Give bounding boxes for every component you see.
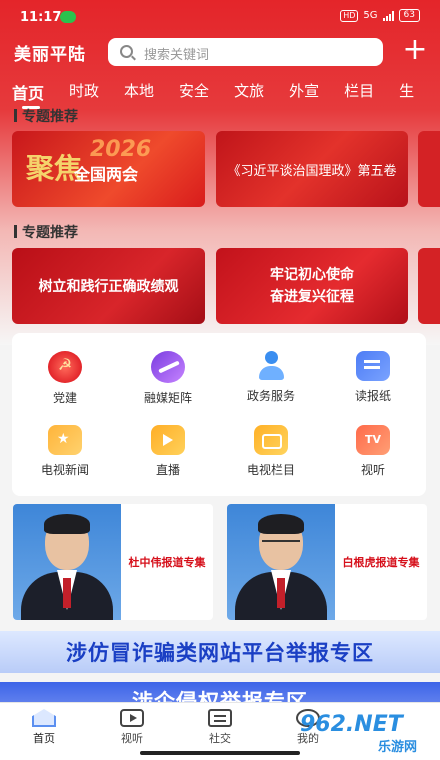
chat-icon <box>208 709 232 727</box>
add-button[interactable]: + <box>402 35 428 66</box>
portrait-hair <box>258 514 304 534</box>
report-collection-card[interactable]: 杜中伟报道专集 <box>13 504 213 620</box>
search-icon <box>120 45 133 58</box>
banner-peek[interactable] <box>418 248 440 324</box>
service-audiovisual[interactable]: 视听 <box>328 425 418 478</box>
app-logo: 美丽平陆 <box>14 45 86 65</box>
service-media-matrix[interactable]: 融媒矩阵 <box>123 351 213 406</box>
party-icon <box>48 351 82 383</box>
service-tv-news[interactable]: 电视新闻 <box>20 425 110 478</box>
portrait-glasses <box>262 540 300 548</box>
service-label: 读报纸 <box>354 389 391 403</box>
government-service-icon <box>254 351 288 381</box>
tv-news-icon <box>48 425 82 455</box>
banner-title: 《习近平谈治国理政》第五卷 <box>227 163 397 179</box>
service-grid: 党建 融媒矩阵 政务服务 读报纸 电视新闻 直播 电视栏目 视听 <box>12 333 426 496</box>
tab-local[interactable]: 本地 <box>124 80 154 112</box>
section-title: 专题推荐 <box>14 106 78 126</box>
section-title: 专题推荐 <box>14 222 78 242</box>
audiovisual-icon <box>356 425 390 455</box>
banner-line1: 牢记初心使命 <box>270 267 354 283</box>
service-tv-column[interactable]: 电视栏目 <box>226 425 316 478</box>
newspaper-icon <box>356 351 390 381</box>
portrait-tie <box>277 578 285 608</box>
service-label: 电视新闻 <box>40 463 89 477</box>
media-matrix-icon <box>151 351 185 383</box>
site-watermark: 962.NET 乐游网 <box>300 712 436 756</box>
nav-home[interactable]: 首页 <box>14 709 74 746</box>
search-placeholder: 搜索关键词 <box>144 48 210 63</box>
status-indicators: HD 5G 63 <box>340 9 420 22</box>
hd-badge: HD <box>340 9 359 22</box>
report-caption: 白根虎报道专集 <box>342 556 420 569</box>
banner-title: 全国两会 <box>74 165 139 184</box>
tab-label: 首页 <box>12 84 45 103</box>
service-party[interactable]: 党建 <box>20 351 110 406</box>
video-icon <box>120 709 144 727</box>
nav-label: 社交 <box>209 732 231 745</box>
service-newspaper[interactable]: 读报纸 <box>328 351 418 404</box>
signal-icon <box>382 10 394 21</box>
tab-safety[interactable]: 安全 <box>179 80 209 112</box>
service-label: 融媒矩阵 <box>143 391 192 405</box>
service-label: 政务服务 <box>246 389 295 403</box>
service-live[interactable]: 直播 <box>123 425 213 478</box>
service-label: 直播 <box>155 463 180 477</box>
service-government[interactable]: 政务服务 <box>226 351 316 404</box>
service-label: 视听 <box>360 463 385 477</box>
live-icon <box>151 425 185 455</box>
tab-columns[interactable]: 栏目 <box>344 80 374 112</box>
watermark-brand: 962.NET <box>300 712 403 737</box>
banner-book[interactable]: 《习近平谈治国理政》第五卷 <box>216 131 408 207</box>
portrait-photo <box>13 504 121 620</box>
tab-more[interactable]: 生 <box>399 80 414 112</box>
nav-social[interactable]: 社交 <box>190 709 250 746</box>
banner-achievement[interactable]: 树立和践行正确政绩观 <box>12 248 205 324</box>
banner-mission[interactable]: 牢记初心使命 奋进复兴征程 <box>216 248 408 324</box>
app-header: 美丽平陆 搜索关键词 + <box>0 35 440 68</box>
nav-label: 首页 <box>33 732 55 745</box>
portrait-tie <box>63 578 71 608</box>
battery-icon: 63 <box>398 9 420 22</box>
home-icon <box>32 709 56 727</box>
tab-culture-travel[interactable]: 文旅 <box>234 80 264 112</box>
banner-year: 2026 <box>90 137 152 162</box>
banner-two-sessions[interactable]: 2026 聚焦 全国两会 <box>12 131 205 207</box>
service-label: 党建 <box>52 391 77 405</box>
search-bar[interactable]: 搜索关键词 <box>108 38 383 66</box>
nav-audiovisual[interactable]: 视听 <box>102 709 162 746</box>
banner-title: 树立和践行正确政绩观 <box>38 279 179 295</box>
portrait-hair <box>44 514 90 534</box>
wechat-notification-icon <box>60 11 76 23</box>
network-label: 5G <box>363 10 378 21</box>
tab-publicity[interactable]: 外宣 <box>289 80 319 112</box>
report-caption: 杜中伟报道专集 <box>128 556 206 569</box>
nav-label: 视听 <box>121 732 143 745</box>
service-label: 电视栏目 <box>246 463 295 477</box>
watermark-subtitle: 乐游网 <box>378 740 418 755</box>
portrait-photo <box>227 504 335 620</box>
tv-column-icon <box>254 425 288 455</box>
status-time: 11:17 <box>20 10 62 25</box>
fraud-report-banner[interactable]: 涉仿冒诈骗类网站平台举报专区 <box>0 631 440 673</box>
status-bar: 11:17 HD 5G 63 <box>0 0 440 34</box>
banner-line2: 奋进复兴征程 <box>270 289 354 305</box>
report-collection-card[interactable]: 白根虎报道专集 <box>227 504 427 620</box>
home-indicator[interactable] <box>140 751 300 755</box>
banner-peek[interactable] <box>418 131 440 207</box>
